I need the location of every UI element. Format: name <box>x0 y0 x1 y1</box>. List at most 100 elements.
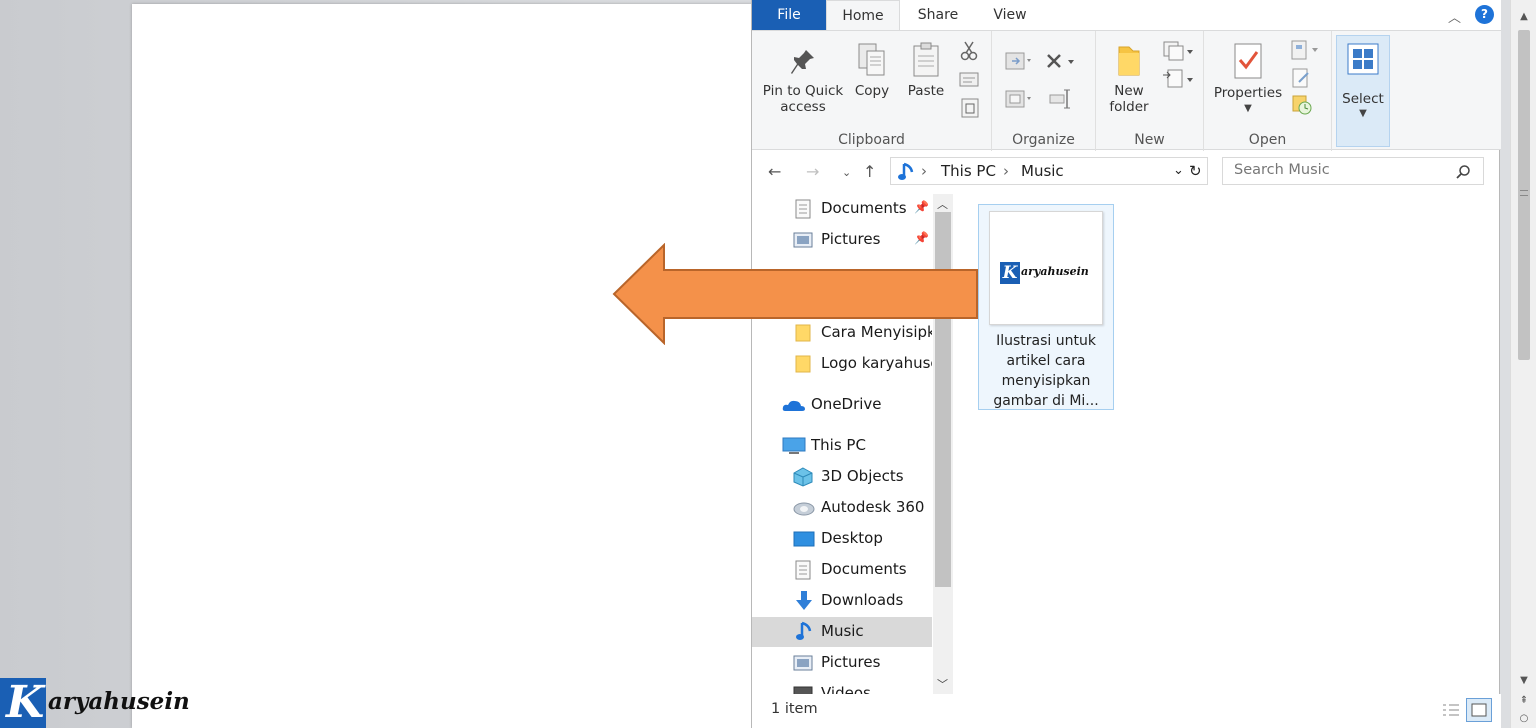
paste-shortcut-icon[interactable] <box>960 97 980 119</box>
organize-group: Organize <box>992 31 1096 151</box>
karyahusein-logo: K aryahusein <box>0 678 200 728</box>
breadcrumb-separator-icon: › <box>1003 162 1009 180</box>
copy-to-icon[interactable] <box>1004 87 1034 111</box>
pin-to-quick-access-button[interactable]: Pin to Quick access <box>760 47 846 115</box>
nav-label: Pictures <box>821 653 881 671</box>
file-thumbnail: K aryahusein <box>989 211 1103 325</box>
nav-item-desktop[interactable]: Desktop <box>752 524 932 554</box>
nav-item-documents-quick[interactable]: Documents 📌 <box>752 194 932 224</box>
document-icon <box>795 199 811 219</box>
up-icon[interactable]: ↑ <box>863 162 876 181</box>
file-name: Ilustrasi untuk artikel cara menyisipkan… <box>993 333 1099 409</box>
nav-label: This PC <box>811 436 866 454</box>
item-count: 1 item <box>771 701 818 717</box>
nav-item-autodesk-360[interactable]: Autodesk 360 <box>752 493 932 523</box>
download-arrow-icon <box>796 591 812 610</box>
search-input[interactable]: Search Music <box>1234 162 1330 178</box>
forward-icon[interactable]: → <box>806 162 819 181</box>
edit-icon[interactable] <box>1290 67 1312 89</box>
tab-home[interactable]: Home <box>826 0 900 30</box>
file-explorer-window: File Home Share View ︿ ? Pin to Quick ac… <box>751 0 1501 728</box>
collapse-ribbon-icon[interactable]: ︿ <box>1448 7 1461 26</box>
nav-label: OneDrive <box>811 395 882 413</box>
help-icon[interactable]: ? <box>1475 5 1494 24</box>
nav-item-documents[interactable]: Documents <box>752 555 932 585</box>
nav-item-3d-objects[interactable]: 3D Objects <box>752 462 932 492</box>
thumbnail-logo-text: aryahusein <box>1021 265 1089 278</box>
properties-label: Properties <box>1213 85 1283 101</box>
select-dropdown-icon: ▼ <box>1359 108 1367 119</box>
nav-label: 3D Objects <box>821 467 904 485</box>
nav-item-videos[interactable]: Videos <box>752 679 932 694</box>
open-group-label: Open <box>1248 132 1287 148</box>
tab-view[interactable]: View <box>980 0 1040 30</box>
pin-icon <box>791 50 814 74</box>
document-page[interactable] <box>132 4 752 728</box>
scroll-down-icon[interactable]: ▼ <box>1517 674 1531 688</box>
nav-item-this-pc[interactable]: This PC <box>752 431 932 461</box>
search-box[interactable]: Search Music <box>1222 157 1484 185</box>
new-folder-button[interactable]: New folder <box>1102 43 1156 115</box>
nav-item-downloads[interactable]: Downloads <box>752 586 932 616</box>
history-icon[interactable] <box>1290 93 1314 117</box>
new-group-label: New <box>1134 132 1165 148</box>
copy-label: Copy <box>854 83 890 99</box>
nav-item-logo-karyahusein[interactable]: Logo karyahusein <box>752 349 932 379</box>
scroll-down-icon[interactable]: ﹀ <box>937 676 948 692</box>
tab-share[interactable]: Share <box>908 0 968 30</box>
nav-label: Videos <box>821 684 871 694</box>
cut-icon[interactable] <box>958 40 980 62</box>
logo-k-mark: K <box>0 678 46 728</box>
search-icon <box>1456 165 1470 179</box>
clipboard-group: Pin to Quick access Copy Paste Clipboard <box>752 31 992 151</box>
previous-page-icon[interactable]: ⇞ <box>1517 694 1531 708</box>
new-group: New folder New <box>1096 31 1204 151</box>
address-bar[interactable]: › This PC › Music ⌄ ↻ <box>890 157 1208 185</box>
computer-icon <box>782 437 806 454</box>
nav-item-onedrive[interactable]: OneDrive <box>752 390 932 420</box>
properties-button[interactable]: Properties ▼ <box>1208 41 1288 117</box>
videos-icon <box>793 686 813 694</box>
rename-icon[interactable] <box>1048 87 1074 111</box>
ribbon: Pin to Quick access Copy Paste Clipboard… <box>752 30 1501 151</box>
recent-locations-icon[interactable]: ⌄ <box>842 166 851 179</box>
breadcrumb-music[interactable]: Music <box>1021 162 1064 180</box>
onedrive-icon <box>782 400 805 411</box>
nav-label: Autodesk 360 <box>821 498 925 516</box>
delete-icon[interactable] <box>1044 51 1080 71</box>
paste-label: Paste <box>907 83 945 99</box>
scroll-up-icon[interactable]: ▲ <box>1517 10 1531 24</box>
copy-path-icon[interactable] <box>958 71 980 89</box>
document-scrollbar[interactable]: ▲ ▼ ⇞ ○ <box>1510 0 1536 728</box>
large-icons-view-icon[interactable] <box>1466 698 1492 722</box>
copy-button[interactable]: Copy <box>850 41 894 99</box>
scroll-up-icon[interactable]: ︿ <box>937 196 948 212</box>
open-group: Properties ▼ Open <box>1204 31 1332 151</box>
nav-label: Documents <box>821 560 907 578</box>
nav-label: Documents <box>821 199 907 217</box>
address-dropdown-icon[interactable]: ⌄ <box>1173 163 1184 178</box>
logo-k-letter: K <box>6 677 45 728</box>
paste-button[interactable]: Paste <box>904 41 948 99</box>
nav-label: Logo karyahusein <box>821 354 932 372</box>
tab-file[interactable]: File <box>752 0 826 30</box>
details-view-icon[interactable] <box>1438 698 1464 722</box>
file-item[interactable]: K aryahusein Ilustrasi untuk artikel car… <box>978 204 1114 410</box>
refresh-icon[interactable]: ↻ <box>1189 162 1202 180</box>
back-icon[interactable]: ← <box>768 162 781 181</box>
select-label: Select <box>1342 91 1384 107</box>
thumbnail-logo-k: K <box>1000 262 1020 284</box>
new-item-icon[interactable] <box>1160 39 1196 63</box>
nav-item-pictures[interactable]: Pictures <box>752 648 932 678</box>
nav-item-music[interactable]: Music <box>752 617 932 647</box>
properties-dropdown-icon[interactable]: ▼ <box>1208 101 1288 117</box>
move-to-icon[interactable] <box>1004 49 1034 73</box>
open-with-icon[interactable] <box>1288 39 1322 61</box>
breadcrumb-this-pc[interactable]: This PC <box>941 162 996 180</box>
easy-access-icon[interactable] <box>1160 67 1196 91</box>
browse-object-icon[interactable]: ○ <box>1517 712 1531 726</box>
logo-text: aryahusein <box>48 688 190 715</box>
select-button[interactable]: Select ▼ <box>1336 35 1390 147</box>
pin-label-line2: access <box>780 99 826 115</box>
music-note-icon <box>796 621 812 640</box>
